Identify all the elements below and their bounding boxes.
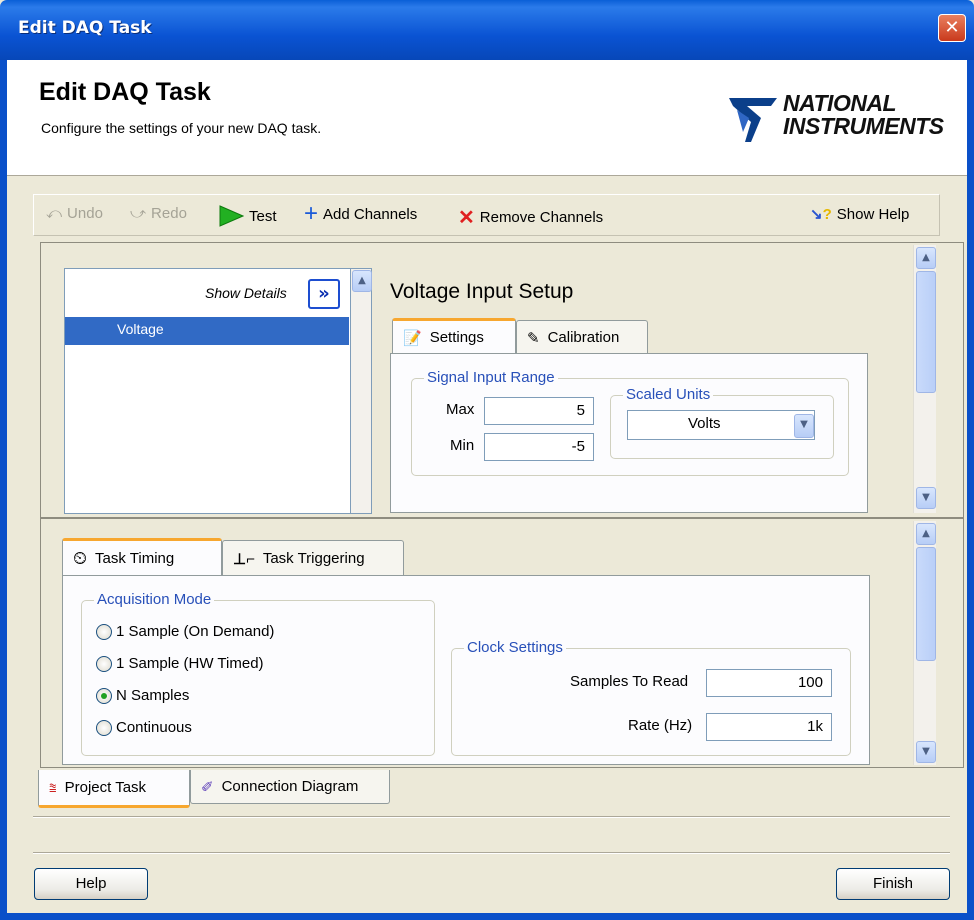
settings-icon: 📝 [403,329,422,347]
show-help-button[interactable]: ↘? Show Help [810,205,910,224]
signal-range-legend: Signal Input Range [424,369,558,386]
radio-1-sample-hw-timed[interactable]: 1 Sample (HW Timed) [96,655,264,672]
max-label: Max [446,401,475,418]
trigger-icon: ⊥⌐ [233,550,255,568]
radio-circle-selected [96,687,112,704]
min-input[interactable]: -5 [484,433,594,461]
scroll-down-icon[interactable]: ▼ [916,487,936,509]
radio-continuous[interactable]: Continuous [96,719,192,736]
settings-panel: Signal Input Range Max 5 Min -5 Scaled U… [390,353,868,513]
radio-circle [96,719,112,736]
tab-project-task-label: Project Task [64,779,147,796]
radio-circle [96,623,112,640]
title-bar: Edit DAQ Task [0,0,974,60]
acquisition-mode-group: Acquisition Mode 1 Sample (On Demand) 1 … [81,591,435,756]
rate-label: Rate (Hz) [628,717,693,734]
separator-top [33,816,950,818]
scaled-units-legend: Scaled Units [623,386,714,403]
clock-settings-legend: Clock Settings [464,639,566,656]
plus-icon: + [304,200,319,227]
show-help-label: Show Help [836,205,910,223]
tab-task-timing[interactable]: ⏲ Task Timing [62,538,222,576]
window-frame-right [967,60,974,920]
undo-icon: ⤺ [46,205,63,222]
tab-settings[interactable]: 📝 Settings [392,318,516,354]
task-timing-panel: Acquisition Mode 1 Sample (On Demand) 1 … [62,575,870,765]
help-icon: ↘? [810,206,832,223]
scroll-up-icon[interactable]: ▲ [916,247,936,269]
scaled-units-value: Volts [688,415,721,432]
remove-channels-label: Remove Channels [479,209,604,226]
undo-button[interactable]: ⤺ Undo [46,205,103,222]
redo-icon: ⤻ [130,205,147,222]
toolbar: ⤺ Undo ⤻ Redo Test + Add Channels ✕ Remove… [33,194,940,236]
tab-task-triggering-label: Task Triggering [262,550,365,567]
diagram-icon: ✐ [201,778,214,796]
radio-n-samples[interactable]: N Samples [96,687,189,704]
tab-task-timing-label: Task Timing [95,550,175,567]
scaled-units-select[interactable]: Volts ▼ [627,410,815,440]
tab-calibration[interactable]: ✎ Calibration [516,320,648,354]
redo-button[interactable]: ⤻ Redo [130,205,187,222]
add-channels-label: Add Channels [323,205,418,223]
scroll-up-icon[interactable]: ▲ [916,523,936,545]
test-label: Test [249,207,277,225]
undo-label: Undo [67,205,103,222]
page-subtitle: Configure the settings of your new DAQ t… [41,120,322,136]
show-details-button[interactable]: » [308,279,340,309]
max-input[interactable]: 5 [484,397,594,425]
min-label: Min [450,437,475,454]
window-frame-left [0,60,7,920]
top-panel-scrollbar[interactable]: ▲ ▼ [913,245,936,513]
samples-to-read-label: Samples To Read [570,673,689,690]
channel-list: Show Details » Voltage [64,268,350,514]
tab-project-task[interactable]: ⩰ Project Task [38,770,190,808]
show-details-label: Show Details [205,285,287,301]
tab-connection-diagram-label: Connection Diagram [221,778,359,795]
clock-settings-group: Clock Settings Samples To Read 100 Rate … [451,639,851,756]
help-button[interactable]: Help [34,868,148,900]
tab-connection-diagram[interactable]: ✐ Connection Diagram [190,770,390,804]
signal-input-range-group: Signal Input Range Max 5 Min -5 Scaled U… [411,369,849,476]
redo-label: Redo [151,205,187,222]
close-button[interactable]: ✕ [938,14,966,42]
window-title: Edit DAQ Task [18,18,152,38]
ni-eagle-icon [729,98,777,142]
remove-channels-button[interactable]: ✕ Remove Channels [458,205,603,230]
channel-list-scrollbar[interactable]: ▲ [350,268,372,514]
scroll-thumb[interactable] [916,271,936,393]
add-channels-button[interactable]: + Add Channels [304,200,418,227]
acquisition-mode-legend: Acquisition Mode [94,591,215,608]
scroll-down-icon[interactable]: ▼ [916,741,936,763]
channel-item-voltage[interactable]: Voltage [65,317,349,345]
play-icon [219,205,244,227]
chevron-down-icon[interactable]: ▼ [794,414,814,438]
clock-icon: ⏲ [73,548,88,568]
rate-input[interactable]: 1k [706,713,832,741]
logo-line-2: INSTRUMENTS [783,113,944,139]
radio-circle [96,655,112,672]
bottom-panel-scrollbar[interactable]: ▲ ▼ [913,521,936,765]
samples-to-read-input[interactable]: 100 [706,669,832,697]
waveform-icon: ⩰ [49,779,57,795]
finish-button[interactable]: Finish [836,868,950,900]
tab-calibration-label: Calibration [547,329,620,346]
scroll-thumb[interactable] [916,547,936,661]
tab-task-triggering[interactable]: ⊥⌐ Task Triggering [222,540,404,576]
scaled-units-group: Scaled Units Volts ▼ [610,386,834,459]
window-frame-bottom [0,913,974,920]
radio-1-sample-on-demand[interactable]: 1 Sample (On Demand) [96,623,274,640]
page-title: Edit DAQ Task [39,78,211,106]
scroll-up-icon[interactable]: ▲ [352,270,372,292]
separator-bottom [33,852,950,854]
test-button[interactable]: Test [218,205,277,227]
setup-title: Voltage Input Setup [390,280,574,303]
national-instruments-logo: NATIONAL INSTRUMENTS [727,90,963,150]
remove-x-icon: ✕ [458,207,475,229]
tab-settings-label: Settings [429,329,484,346]
calibration-icon: ✎ [527,329,540,347]
wizard-header: Edit DAQ Task Configure the settings of … [7,60,967,176]
